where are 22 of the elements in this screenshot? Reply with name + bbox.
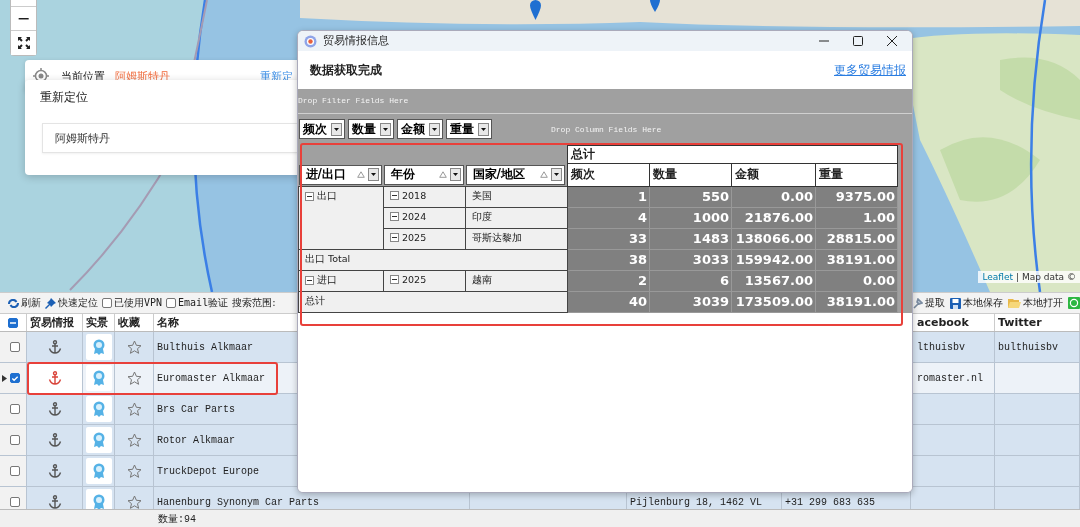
table-cell: lthuisbv	[911, 332, 995, 363]
row-header-label: 2024	[402, 210, 427, 222]
table-cell: romaster.nl	[911, 363, 995, 394]
panel-title: 重新定位	[40, 89, 88, 106]
filter-drop-hint: Drop Filter Fields Here	[298, 96, 409, 105]
value-header: 频次	[567, 163, 650, 186]
row-header-label: 2018	[402, 189, 427, 201]
row-header-label: 出口	[317, 189, 337, 203]
table-cell: bulthuisbv	[995, 332, 1080, 363]
record-count: 数量:94	[158, 513, 196, 526]
search-scope-label: 搜索范围:	[232, 296, 276, 310]
attribution-text: | Map data ©	[1016, 272, 1076, 282]
row-header-label: 2025	[402, 231, 427, 243]
total-row-header: 出口 Total	[298, 249, 568, 270]
status-message: 数据获取完成	[310, 61, 382, 79]
row-header: 美国	[465, 186, 568, 207]
total-row-header: 总计	[298, 291, 568, 312]
row-header-label: 进口	[317, 273, 337, 287]
window-title: 贸易情报信息	[323, 34, 389, 48]
row-header-label: 2025	[402, 273, 427, 285]
grand-total-header: 总计	[567, 145, 898, 164]
column-drop-hint: Drop Column Fields Here	[551, 124, 662, 134]
